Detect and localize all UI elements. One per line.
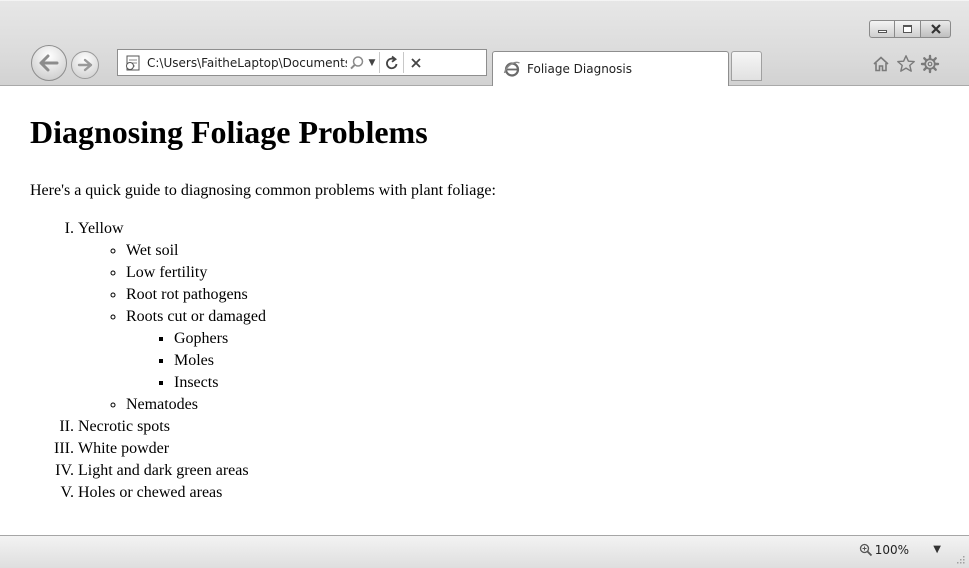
list-item: Light and dark green areas <box>78 460 266 482</box>
refresh-button[interactable] <box>380 50 403 75</box>
nested-sublist-item-label: Gophers <box>174 330 229 347</box>
page-content: Diagnosing Foliage Problems Here's a qui… <box>0 86 969 535</box>
page-icon <box>126 55 140 70</box>
page-title: Diagnosing Foliage Problems <box>30 114 428 150</box>
address-dropdown[interactable]: ▼ <box>365 58 379 68</box>
problem-list: Yellow Wet soil Low fertility Root rot p… <box>78 218 266 504</box>
home-button[interactable] <box>870 53 892 75</box>
list-item: Necrotic spots <box>78 416 266 438</box>
nested-sublist-item: Gophers <box>174 328 266 350</box>
stop-icon <box>410 57 421 68</box>
maximize-icon <box>903 25 912 33</box>
list-item: Yellow Wet soil Low fertility Root rot p… <box>78 218 266 416</box>
window-controls <box>869 20 951 38</box>
nested-sublist-item: Moles <box>174 350 266 372</box>
nested-sublist: Gophers Moles Insects <box>126 328 266 394</box>
favorites-button[interactable] <box>895 53 917 75</box>
sublist-item: Roots cut or damaged Gophers Moles Insec… <box>126 306 266 394</box>
address-text[interactable]: C:\Users\FaitheLaptop\Documents\ <box>147 56 347 70</box>
address-bar[interactable]: C:\Users\FaitheLaptop\Documents\ ▼ <box>117 49 487 76</box>
zoom-control[interactable]: 100% <box>859 543 909 557</box>
back-arrow-icon <box>39 54 59 72</box>
browser-toolbar: C:\Users\FaitheLaptop\Documents\ ▼ Folia… <box>0 0 969 86</box>
sublist-item-label: Roots cut or damaged <box>126 308 266 325</box>
tab-label: Foliage Diagnosis <box>527 62 632 76</box>
minimize-button[interactable] <box>869 20 895 38</box>
nested-sublist-item-label: Moles <box>174 352 214 369</box>
list-item-label: White powder <box>78 440 170 457</box>
list-item-label: Holes or chewed areas <box>78 484 223 501</box>
sublist-item-label: Wet soil <box>126 242 179 259</box>
list-item-label: Yellow <box>78 220 124 237</box>
stop-button[interactable] <box>404 50 427 75</box>
zoom-dropdown[interactable]: ▼ <box>933 544 941 555</box>
sublist-item: Root rot pathogens <box>126 284 266 306</box>
search-icon[interactable] <box>349 55 365 71</box>
forward-arrow-icon <box>77 58 93 72</box>
close-icon <box>930 24 941 34</box>
refresh-icon <box>385 55 397 69</box>
resize-grip-icon[interactable] <box>955 554 965 564</box>
toolbar-highlight <box>0 0 969 1</box>
list-item: White powder <box>78 438 266 460</box>
list-item-label: Necrotic spots <box>78 418 170 435</box>
nested-sublist-item-label: Insects <box>174 374 219 391</box>
magnifier-icon <box>859 543 872 557</box>
back-button[interactable] <box>31 45 67 81</box>
nested-sublist-item: Insects <box>174 372 266 394</box>
forward-button[interactable] <box>71 51 99 79</box>
ie-logo-icon <box>503 61 520 77</box>
sublist-item-label: Root rot pathogens <box>126 286 248 303</box>
sublist-item: Nematodes <box>126 394 266 416</box>
zoom-level: 100% <box>874 543 909 557</box>
tab-foliage-diagnosis[interactable]: Foliage Diagnosis <box>492 51 729 86</box>
minimize-icon <box>877 30 887 33</box>
sublist-item: Wet soil <box>126 240 266 262</box>
intro-text: Here's a quick guide to diagnosing commo… <box>30 182 496 199</box>
browser-window: C:\Users\FaitheLaptop\Documents\ ▼ Folia… <box>0 0 969 568</box>
new-tab-button[interactable] <box>731 51 762 81</box>
sublist-item-label: Low fertility <box>126 264 208 281</box>
status-bar: 100% ▼ <box>0 535 969 568</box>
tools-button[interactable] <box>919 53 941 75</box>
list-item: Holes or chewed areas <box>78 482 266 504</box>
sublist: Wet soil Low fertility Root rot pathogen… <box>78 240 266 416</box>
close-window-button[interactable] <box>921 20 951 38</box>
home-icon <box>873 56 889 72</box>
sublist-item: Low fertility <box>126 262 266 284</box>
star-icon <box>897 55 915 72</box>
list-item-label: Light and dark green areas <box>78 462 249 479</box>
maximize-button[interactable] <box>895 20 921 38</box>
gear-icon <box>920 54 940 74</box>
sublist-item-label: Nematodes <box>126 396 198 413</box>
